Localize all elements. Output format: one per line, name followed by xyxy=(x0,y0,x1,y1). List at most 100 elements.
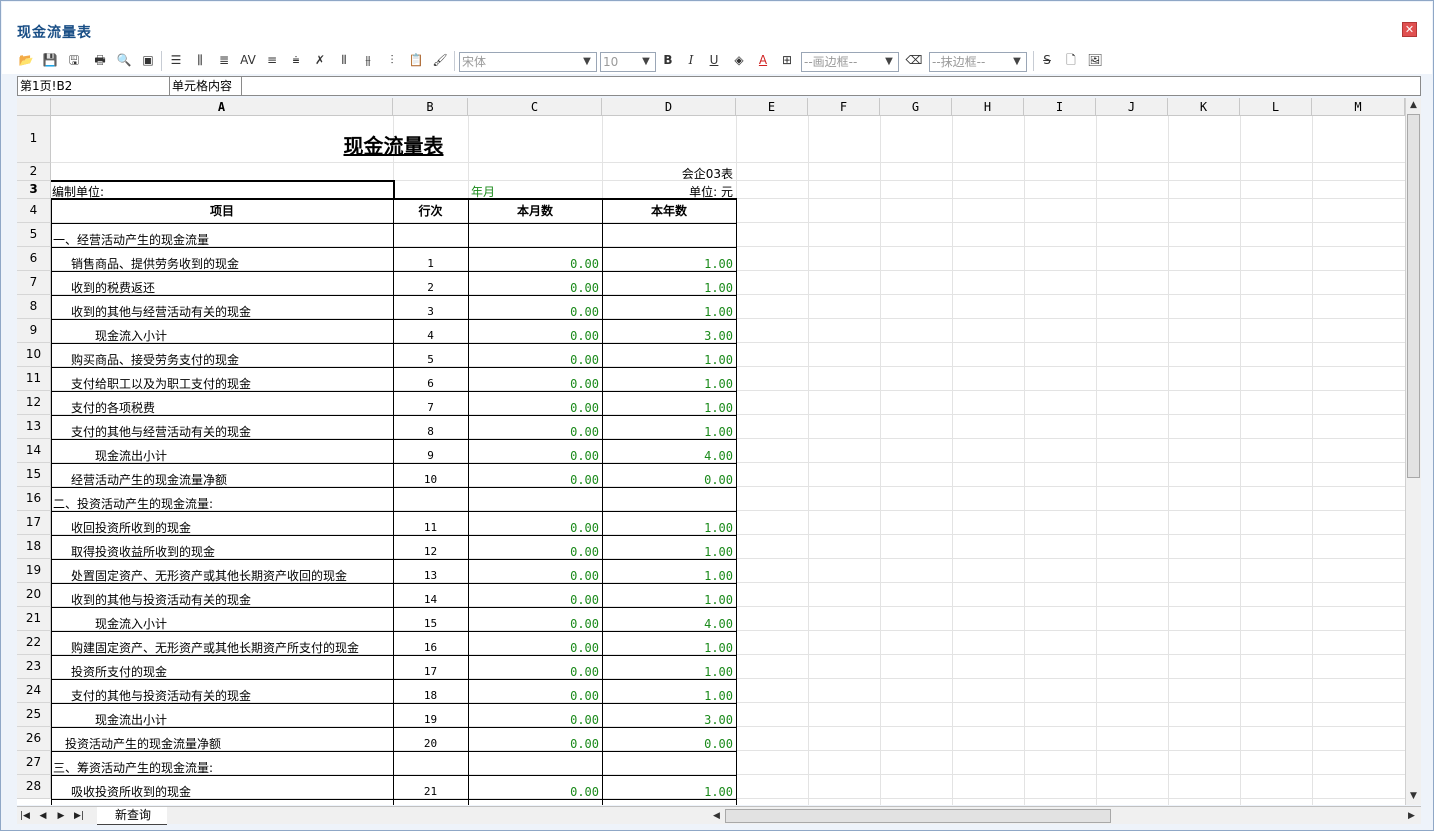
underline-button[interactable]: U xyxy=(705,51,723,69)
year-amount-cell[interactable]: 1.00 xyxy=(602,665,733,679)
line-number-cell[interactable]: 10 xyxy=(393,473,468,487)
column-header-k[interactable]: K xyxy=(1168,98,1240,116)
line-number-cell[interactable]: 6 xyxy=(393,377,468,391)
vertical-scrollbar[interactable]: ▲ ▼ xyxy=(1405,98,1421,805)
month-amount-cell[interactable]: 0.00 xyxy=(468,737,599,751)
item-cell[interactable]: 支付的其他与经营活动有关的现金 xyxy=(71,425,251,439)
line-number-cell[interactable]: 4 xyxy=(393,329,468,343)
column-header-b[interactable]: B xyxy=(393,98,468,116)
row-header-5[interactable]: 5 xyxy=(17,223,51,247)
form-code[interactable]: 会企03表 xyxy=(602,167,733,181)
italic-button[interactable]: I xyxy=(682,51,700,69)
align-left-icon[interactable]: ☰ xyxy=(167,51,185,69)
font-color-icon[interactable]: A xyxy=(754,51,772,69)
month-amount-cell[interactable]: 0.00 xyxy=(468,569,599,583)
row-header-15[interactable]: 15 xyxy=(17,463,51,487)
year-amount-cell[interactable]: 1.00 xyxy=(602,257,733,271)
item-cell[interactable]: 现金流入小计 xyxy=(95,329,167,343)
row-header-1[interactable]: 1 xyxy=(17,116,51,163)
line-number-cell[interactable]: 19 xyxy=(393,713,468,727)
row-header-21[interactable]: 21 xyxy=(17,607,51,631)
row-header-11[interactable]: 11 xyxy=(17,367,51,391)
line-number-cell[interactable]: 21 xyxy=(393,785,468,799)
month-amount-cell[interactable]: 0.00 xyxy=(468,305,599,319)
paste-icon[interactable]: 📋 xyxy=(407,51,425,69)
sheet-tab[interactable]: 新查询 xyxy=(97,807,167,825)
line-number-cell[interactable]: 3 xyxy=(393,305,468,319)
year-amount-cell[interactable]: 3.00 xyxy=(602,713,733,727)
year-amount-cell[interactable]: 0.00 xyxy=(602,737,733,751)
item-cell[interactable]: 收回投资所收到的现金 xyxy=(71,521,191,535)
fill-color-icon[interactable]: ◈ xyxy=(730,51,748,69)
column-header-g[interactable]: G xyxy=(880,98,952,116)
month-amount-cell[interactable]: 0.00 xyxy=(468,377,599,391)
preview-icon[interactable]: 🔍 xyxy=(115,51,133,69)
item-cell[interactable]: 支付的其他与投资活动有关的现金 xyxy=(71,689,251,703)
month-amount-cell[interactable]: 0.00 xyxy=(468,545,599,559)
header-line[interactable]: 行次 xyxy=(393,204,468,218)
save-icon[interactable]: 💾 xyxy=(41,51,59,69)
format-brush-icon[interactable]: 🖌 xyxy=(431,51,449,69)
header-item[interactable]: 项目 xyxy=(51,204,393,218)
org-label[interactable]: 编制单位: xyxy=(52,185,252,199)
year-amount-cell[interactable]: 0.00 xyxy=(602,473,733,487)
item-cell[interactable]: 支付给职工以及为职工支付的现金 xyxy=(71,377,251,391)
month-amount-cell[interactable]: 0.00 xyxy=(468,329,599,343)
strikethrough-button[interactable]: S xyxy=(1038,51,1056,69)
row-header-8[interactable]: 8 xyxy=(17,295,51,319)
month-amount-cell[interactable]: 0.00 xyxy=(468,257,599,271)
month-amount-cell[interactable]: 0.00 xyxy=(468,401,599,415)
first-sheet-button[interactable]: |◀ xyxy=(17,809,33,823)
line-number-cell[interactable]: 20 xyxy=(393,737,468,751)
row-header-24[interactable]: 24 xyxy=(17,679,51,703)
row-header-23[interactable]: 23 xyxy=(17,655,51,679)
horizontal-scrollbar[interactable]: ◀ ▶ xyxy=(709,808,1421,824)
year-amount-cell[interactable]: 1.00 xyxy=(602,569,733,583)
row-header-16[interactable]: 16 xyxy=(17,487,51,511)
item-cell[interactable]: 三、筹资活动产生的现金流量: xyxy=(53,761,213,775)
row-header-18[interactable]: 18 xyxy=(17,535,51,559)
scroll-up-button[interactable]: ▲ xyxy=(1406,98,1421,113)
month-amount-cell[interactable]: 0.00 xyxy=(468,353,599,367)
item-cell[interactable]: 收到的其他与投资活动有关的现金 xyxy=(71,593,251,607)
line-number-cell[interactable]: 12 xyxy=(393,545,468,559)
erase-border-select[interactable]: --抹边框-- ▼ xyxy=(929,52,1027,72)
year-amount-cell[interactable]: 1.00 xyxy=(602,785,733,799)
month-amount-cell[interactable]: 0.00 xyxy=(468,665,599,679)
print-icon[interactable]: 🖶 xyxy=(91,51,109,69)
year-amount-cell[interactable]: 1.00 xyxy=(602,353,733,367)
font-size-select[interactable]: 10 ▼ xyxy=(600,52,656,72)
header-month[interactable]: 本月数 xyxy=(468,204,602,218)
row-header-20[interactable]: 20 xyxy=(17,583,51,607)
columns-icon[interactable]: ≣ xyxy=(215,51,233,69)
vertical-scroll-thumb[interactable] xyxy=(1407,114,1420,478)
line-number-cell[interactable]: 8 xyxy=(393,425,468,439)
line-number-cell[interactable]: 9 xyxy=(393,449,468,463)
row-header-19[interactable]: 19 xyxy=(17,559,51,583)
scroll-right-button[interactable]: ▶ xyxy=(1404,809,1419,824)
column-header-m[interactable]: M xyxy=(1312,98,1405,116)
spreadsheet-grid[interactable]: ABCDEFGHIJKLM 1 2 3 4 5 6 7 8 9 10 11 12 13 14 15 16 17 1… xyxy=(17,98,1405,805)
year-amount-cell[interactable]: 4.00 xyxy=(602,617,733,631)
month-amount-cell[interactable]: 0.00 xyxy=(468,281,599,295)
document-icon[interactable]: 🗋 xyxy=(1062,51,1080,69)
column-header-c[interactable]: C xyxy=(468,98,602,116)
column-header-d[interactable]: D xyxy=(602,98,736,116)
year-amount-cell[interactable]: 1.00 xyxy=(602,281,733,295)
row-header-10[interactable]: 10 xyxy=(17,343,51,367)
border-grid-icon[interactable]: ⊞ xyxy=(778,51,796,69)
scroll-left-button[interactable]: ◀ xyxy=(709,809,724,824)
item-cell[interactable]: 收到的税费返还 xyxy=(71,281,155,295)
add-column-icon[interactable]: ⫵ xyxy=(359,51,377,69)
cell-reference-field[interactable]: 第1页!B2 xyxy=(18,77,170,95)
font-name-select[interactable]: 宋体 ▼ xyxy=(459,52,597,72)
year-amount-cell[interactable]: 1.00 xyxy=(602,593,733,607)
year-amount-cell[interactable]: 1.00 xyxy=(602,689,733,703)
row-header-6[interactable]: 6 xyxy=(17,247,51,271)
row-header-4[interactable]: 4 xyxy=(17,199,51,223)
draw-border-select[interactable]: --画边框-- ▼ xyxy=(801,52,899,72)
delete-column-icon[interactable]: ⫶ xyxy=(383,51,401,69)
item-cell[interactable]: 二、投资活动产生的现金流量: xyxy=(53,497,213,511)
row-header-17[interactable]: 17 xyxy=(17,511,51,535)
row-header-27[interactable]: 27 xyxy=(17,751,51,775)
